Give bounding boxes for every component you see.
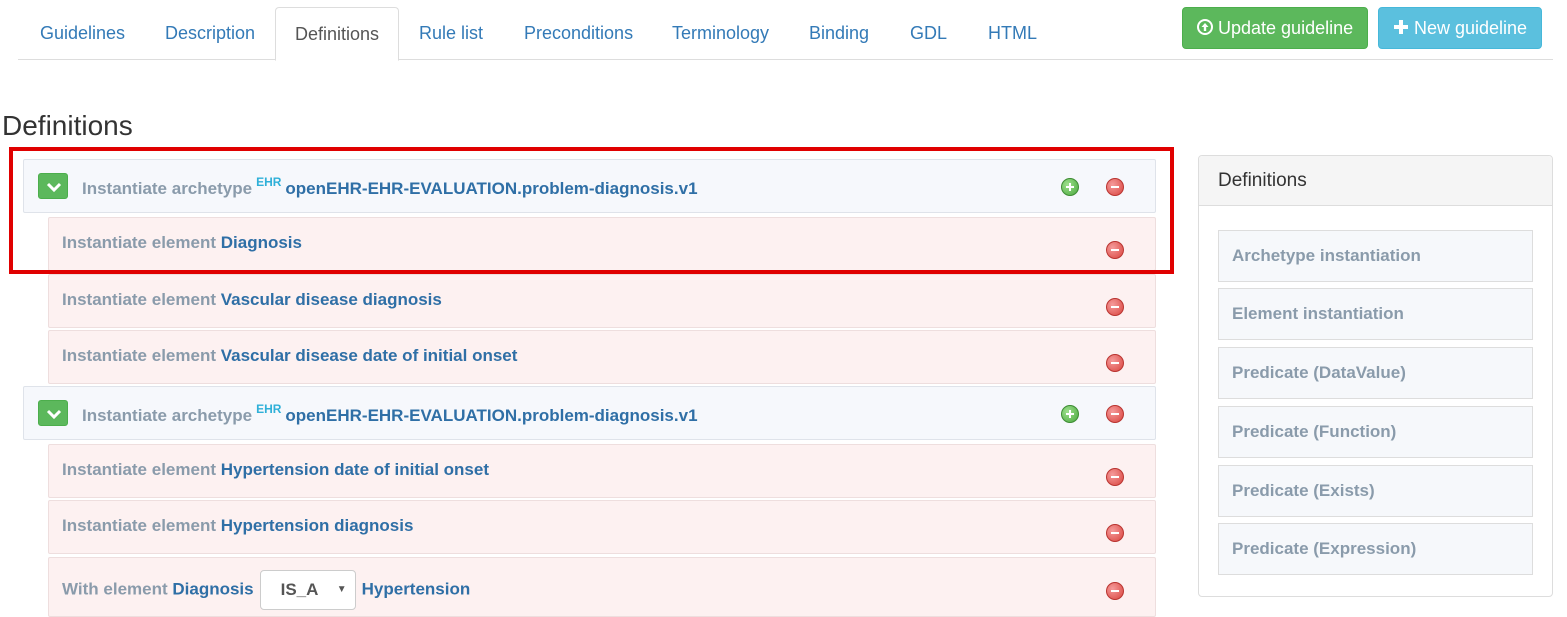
new-guideline-button[interactable]: New guideline — [1378, 7, 1542, 49]
tab-preconditions[interactable]: Preconditions — [505, 7, 652, 60]
element-name[interactable]: Vascular disease date of initial onset — [221, 346, 518, 365]
definitions-palette-panel: Definitions Archetype instantiation Elem… — [1198, 155, 1553, 597]
element-instantiation-row[interactable]: Instantiate element Hypertension diagnos… — [48, 500, 1156, 554]
panel-title: Definitions — [1199, 156, 1552, 206]
archetype-instantiation-row[interactable]: Instantiate archetype EHR openEHR-EHR-EVAL… — [23, 386, 1156, 440]
palette-item-predicate-expression[interactable]: Predicate (Expression) — [1218, 523, 1533, 575]
ehr-badge: EHR — [256, 402, 282, 416]
tab-rule-list[interactable]: Rule list — [400, 7, 502, 60]
new-guideline-label: New guideline — [1414, 18, 1528, 38]
element-name[interactable]: Hypertension diagnosis — [221, 516, 414, 535]
element-instantiation-row[interactable]: Instantiate element Hypertension date of… — [48, 444, 1156, 498]
tab-binding[interactable]: Binding — [790, 7, 888, 60]
element-name[interactable]: Hypertension date of initial onset — [221, 460, 489, 479]
update-guideline-label: Update guideline — [1218, 18, 1354, 38]
predicate-element[interactable]: Diagnosis — [172, 579, 253, 598]
element-label: Instantiate element Vascular disease dat… — [62, 346, 517, 366]
remove-circle-icon[interactable] — [1106, 354, 1124, 372]
palette-item-predicate-function[interactable]: Predicate (Function) — [1218, 406, 1533, 458]
element-name[interactable]: Vascular disease diagnosis — [221, 290, 442, 309]
palette-item-predicate-datavalue[interactable]: Predicate (DataValue) — [1218, 347, 1533, 399]
palette-item-element-instantiation[interactable]: Element instantiation — [1218, 288, 1533, 340]
element-label: Instantiate element Hypertension date of… — [62, 460, 489, 480]
remove-circle-icon[interactable] — [1106, 582, 1124, 600]
circle-arrow-up-icon — [1197, 19, 1213, 35]
tab-description[interactable]: Description — [146, 7, 274, 60]
element-prefix: Instantiate element — [62, 346, 216, 365]
element-label: Instantiate element Vascular disease dia… — [62, 290, 442, 310]
element-prefix: Instantiate element — [62, 516, 216, 535]
element-prefix: Instantiate element — [62, 290, 216, 309]
collapse-toggle-button[interactable] — [38, 400, 68, 426]
palette-item-predicate-exists[interactable]: Predicate (Exists) — [1218, 465, 1533, 517]
element-label: Instantiate element Hypertension diagnos… — [62, 516, 413, 536]
tab-html[interactable]: HTML — [969, 7, 1056, 60]
element-instantiation-row[interactable]: Instantiate element Vascular disease dat… — [48, 330, 1156, 384]
tab-definitions[interactable]: Definitions — [275, 7, 400, 61]
archetype-label: Instantiate archetype EHR openEHR-EHR-EVAL… — [82, 402, 698, 426]
remove-circle-icon[interactable] — [1106, 298, 1124, 316]
tab-gdl[interactable]: GDL — [891, 7, 966, 60]
archetype-prefix: Instantiate archetype — [82, 406, 253, 425]
highlight-box — [9, 147, 1174, 274]
predicate-row[interactable]: With element Diagnosis IS_A ▼ Hypertension — [48, 557, 1156, 617]
caret-down-icon: ▼ — [336, 584, 347, 595]
palette-item-archetype-instantiation[interactable]: Archetype instantiation — [1218, 230, 1533, 282]
predicate-label: With element Diagnosis IS_A ▼ Hypertension — [62, 570, 470, 610]
remove-circle-icon[interactable] — [1106, 468, 1124, 486]
element-instantiation-row[interactable]: Instantiate element Vascular disease dia… — [48, 274, 1156, 328]
tab-terminology[interactable]: Terminology — [653, 7, 788, 60]
add-circle-icon[interactable] — [1061, 405, 1079, 423]
archetype-id[interactable]: openEHR-EHR-EVALUATION.problem-diagnosis… — [285, 406, 697, 425]
plus-icon — [1394, 20, 1408, 34]
tab-guidelines[interactable]: Guidelines — [21, 7, 144, 60]
update-guideline-button[interactable]: Update guideline — [1182, 7, 1368, 49]
chevron-down-icon — [46, 409, 62, 420]
predicate-prefix: With element — [62, 579, 168, 599]
element-prefix: Instantiate element — [62, 460, 216, 479]
operator-value: IS_A — [280, 580, 319, 599]
predicate-value[interactable]: Hypertension — [362, 579, 471, 598]
operator-select[interactable]: IS_A ▼ — [259, 570, 356, 610]
remove-circle-icon[interactable] — [1106, 405, 1124, 423]
remove-circle-icon[interactable] — [1106, 524, 1124, 542]
page-title: Definitions — [2, 110, 133, 141]
